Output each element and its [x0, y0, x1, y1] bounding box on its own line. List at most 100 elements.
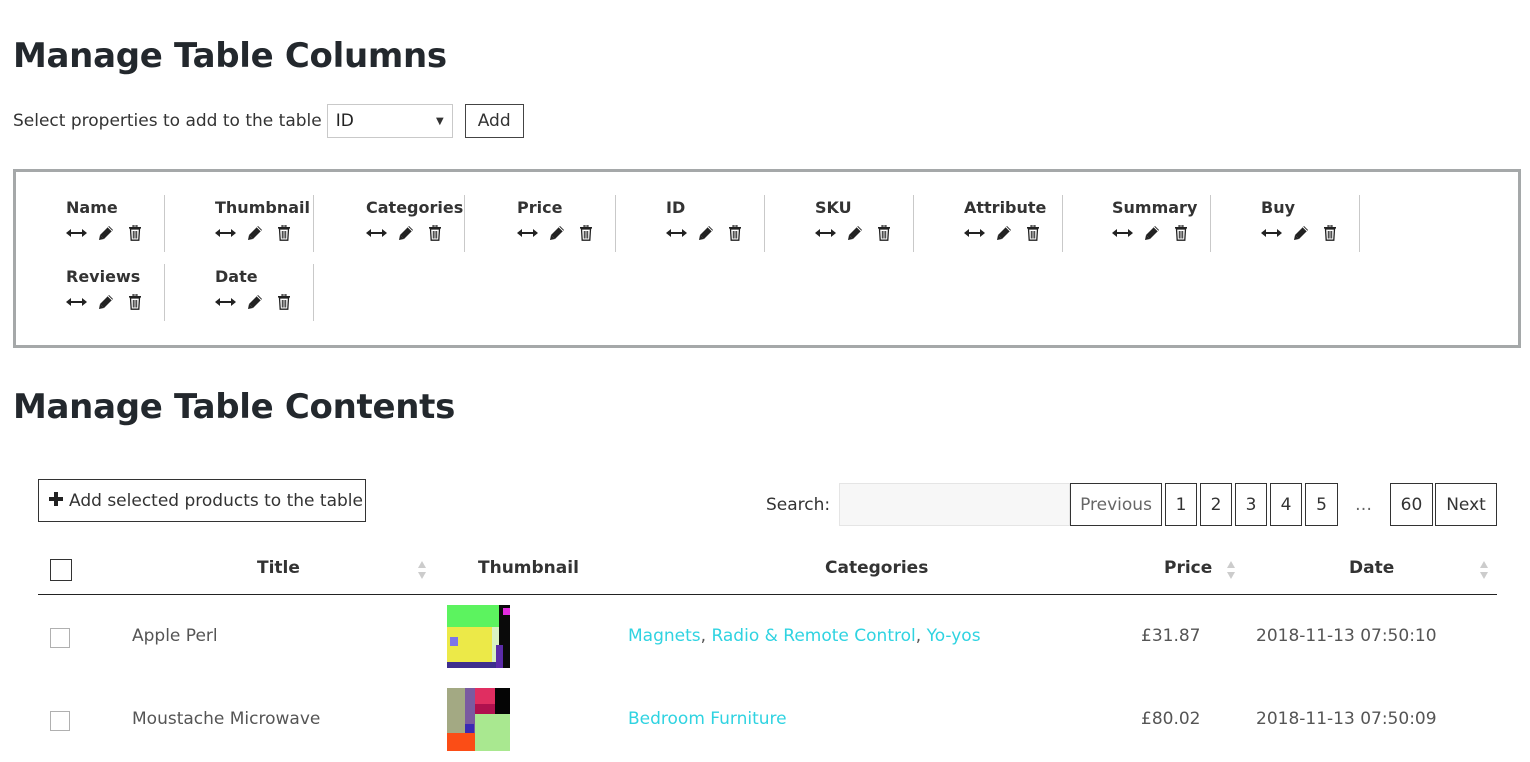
column-item-price[interactable]: Price	[467, 195, 616, 252]
resize-icon[interactable]	[1112, 224, 1133, 242]
category-separator: ,	[915, 626, 927, 646]
product-thumbnail	[447, 605, 510, 668]
select-all-checkbox[interactable]	[50, 559, 72, 581]
resize-icon[interactable]	[1261, 224, 1282, 242]
pencil-icon[interactable]	[95, 224, 116, 242]
header-title[interactable]: Title	[257, 558, 300, 578]
trash-icon[interactable]	[124, 293, 145, 311]
row-categories: Bedroom Furniture	[628, 709, 787, 729]
pagination-ellipsis: …	[1355, 494, 1372, 515]
pagination-page-last[interactable]: 60	[1390, 483, 1433, 526]
resize-icon[interactable]	[215, 224, 236, 242]
add-property-button[interactable]: Add	[464, 104, 524, 138]
pagination-page-4[interactable]: 4	[1270, 483, 1302, 526]
column-name: Categories	[366, 198, 464, 217]
pencil-icon[interactable]	[95, 293, 116, 311]
row-date: 2018-11-13 07:50:10	[1256, 626, 1437, 646]
resize-icon[interactable]	[815, 224, 836, 242]
row-price: £80.02	[1141, 709, 1201, 729]
resize-icon[interactable]	[215, 293, 236, 311]
pagination-page-1[interactable]: 1	[1165, 483, 1197, 526]
add-selected-products-button[interactable]: Add selected products to the table	[38, 479, 366, 522]
column-item-reviews[interactable]: Reviews	[16, 264, 165, 321]
pencil-icon[interactable]	[1141, 224, 1162, 242]
manage-contents-title: Manage Table Contents	[13, 387, 456, 427]
trash-icon[interactable]	[1170, 224, 1191, 242]
column-item-sku[interactable]: SKU	[765, 195, 914, 252]
column-actions	[366, 224, 464, 242]
trash-icon[interactable]	[575, 224, 596, 242]
column-name: Thumbnail	[215, 198, 310, 217]
column-item-summary[interactable]: Summary	[1062, 195, 1211, 252]
pencil-icon[interactable]	[244, 293, 265, 311]
pencil-icon[interactable]	[1290, 224, 1311, 242]
column-name: Price	[517, 198, 563, 217]
trash-icon[interactable]	[1319, 224, 1340, 242]
trash-icon[interactable]	[273, 224, 294, 242]
column-item-attribute[interactable]: Attribute	[914, 195, 1063, 252]
pencil-icon[interactable]	[546, 224, 567, 242]
column-actions	[1261, 224, 1359, 242]
resize-icon[interactable]	[66, 224, 87, 242]
sort-title-icon[interactable]	[417, 560, 427, 580]
column-name: Buy	[1261, 198, 1296, 217]
category-link[interactable]: Radio & Remote Control	[711, 626, 915, 646]
resize-icon[interactable]	[517, 224, 538, 242]
pencil-icon[interactable]	[695, 224, 716, 242]
row-checkbox[interactable]	[50, 711, 70, 731]
pencil-icon[interactable]	[993, 224, 1014, 242]
pencil-icon[interactable]	[395, 224, 416, 242]
add-selected-products-label: Add selected products to the table	[69, 490, 363, 511]
header-date[interactable]: Date	[1349, 558, 1394, 578]
category-link[interactable]: Yo-yos	[927, 626, 981, 646]
pagination-page-2[interactable]: 2	[1200, 483, 1232, 526]
column-item-name[interactable]: Name	[16, 195, 165, 252]
select-properties-label: Select properties to add to the table	[13, 111, 322, 131]
trash-icon[interactable]	[724, 224, 745, 242]
trash-icon[interactable]	[124, 224, 145, 242]
category-link[interactable]: Magnets	[628, 626, 701, 646]
pagination-previous[interactable]: Previous	[1070, 483, 1162, 526]
search-area: Search:	[766, 483, 1071, 526]
header-price[interactable]: Price	[1164, 558, 1212, 578]
plus-icon	[49, 491, 63, 511]
column-item-thumbnail[interactable]: Thumbnail	[165, 195, 314, 252]
column-name: Summary	[1112, 198, 1198, 217]
resize-icon[interactable]	[666, 224, 687, 242]
manage-columns-title: Manage Table Columns	[13, 36, 447, 76]
column-actions	[517, 224, 615, 242]
category-link[interactable]: Bedroom Furniture	[628, 709, 787, 729]
trash-icon[interactable]	[873, 224, 894, 242]
product-thumbnail	[447, 688, 510, 751]
search-input[interactable]	[839, 483, 1071, 526]
trash-icon[interactable]	[273, 293, 294, 311]
table-row: Moustache Microwave Bedroom Furniture £8…	[38, 679, 1497, 762]
property-select[interactable]: ID ▼	[326, 104, 453, 138]
column-name: Name	[66, 198, 118, 217]
table-row: Apple Perl Magnets, Radio & Remote Contr…	[38, 596, 1497, 679]
trash-icon[interactable]	[1022, 224, 1043, 242]
resize-icon[interactable]	[366, 224, 387, 242]
pencil-icon[interactable]	[844, 224, 865, 242]
row-title: Moustache Microwave	[132, 709, 321, 729]
resize-icon[interactable]	[964, 224, 985, 242]
row-checkbox[interactable]	[50, 628, 70, 648]
column-name: Reviews	[66, 267, 141, 286]
pagination-next[interactable]: Next	[1435, 483, 1497, 526]
trash-icon[interactable]	[424, 224, 445, 242]
column-actions	[1112, 224, 1210, 242]
resize-icon[interactable]	[66, 293, 87, 311]
sort-date-icon[interactable]	[1479, 560, 1489, 580]
row-price: £31.87	[1141, 626, 1201, 646]
sort-price-icon[interactable]	[1226, 560, 1236, 580]
column-item-buy[interactable]: Buy	[1211, 195, 1360, 252]
column-actions	[815, 224, 913, 242]
column-item-categories[interactable]: Categories	[316, 195, 465, 252]
pencil-icon[interactable]	[244, 224, 265, 242]
header-categories: Categories	[825, 558, 929, 578]
column-item-id[interactable]: ID	[616, 195, 765, 252]
pagination-page-3[interactable]: 3	[1235, 483, 1267, 526]
pagination-page-5[interactable]: 5	[1305, 483, 1338, 526]
column-item-date[interactable]: Date	[165, 264, 314, 321]
dropdown-arrow-icon: ▼	[436, 115, 444, 127]
